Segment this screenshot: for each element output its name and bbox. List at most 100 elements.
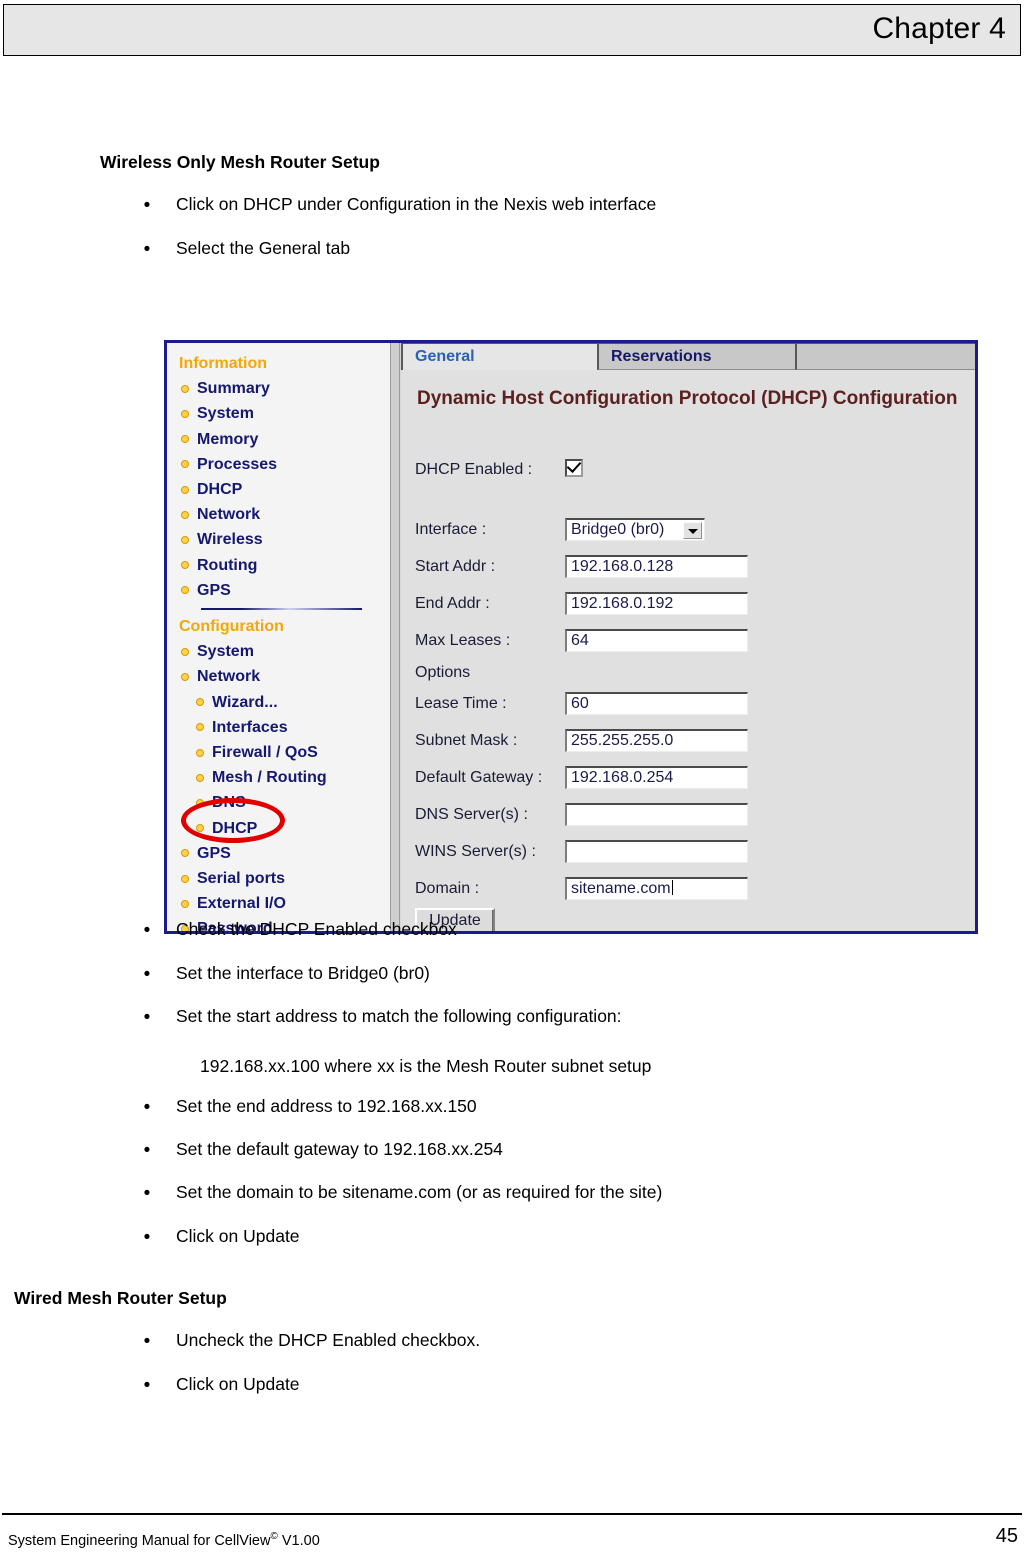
- interface-selected-value: Bridge0 (br0): [571, 521, 665, 538]
- list-item: • Select the General tab: [140, 238, 351, 259]
- sidebar-item-system[interactable]: System: [167, 401, 390, 426]
- bullet-icon: •: [143, 1375, 151, 1396]
- footer-divider: [2, 1513, 1022, 1515]
- sidebar-item-config-system[interactable]: System: [167, 639, 390, 664]
- list-item-label: Set the interface to Bridge0 (br0): [176, 963, 430, 983]
- app-navigation-sidebar: Information Summary System Memory Proces…: [167, 343, 390, 931]
- sidebar-item-wireless[interactable]: Wireless: [167, 527, 390, 552]
- field-row-options: Options: [415, 661, 975, 685]
- list-item-label: Uncheck the DHCP Enabled checkbox.: [176, 1330, 481, 1350]
- start-addr-input[interactable]: 192.168.0.128: [565, 555, 748, 578]
- footer-manual-version: V1.00: [277, 1532, 320, 1549]
- bullet-icon: •: [143, 964, 151, 985]
- diamond-bullet-icon: [181, 647, 189, 656]
- heading-wired-mesh-router-setup: Wired Mesh Router Setup: [14, 1288, 227, 1308]
- diamond-bullet-icon: [196, 748, 204, 757]
- wins-servers-input[interactable]: [565, 840, 748, 863]
- domain-label: Domain :: [415, 880, 480, 897]
- list-item-label: Set the domain to be sitename.com (or as…: [176, 1182, 663, 1202]
- sidebar-item-summary[interactable]: Summary: [167, 376, 390, 401]
- diamond-bullet-icon: [181, 460, 189, 469]
- diamond-bullet-icon: [181, 510, 189, 519]
- sidebar-item-label: External I/O: [197, 895, 286, 913]
- diamond-bullet-icon: [181, 384, 189, 393]
- heading-wireless-only-mesh-router-setup: Wireless Only Mesh Router Setup: [100, 152, 380, 172]
- bullet-icon: •: [143, 1097, 151, 1118]
- sidebar-section-information: Information: [179, 355, 267, 372]
- default-gateway-input[interactable]: 192.168.0.254: [565, 766, 748, 789]
- sidebar-item-processes[interactable]: Processes: [167, 452, 390, 477]
- bullet-icon: •: [143, 1140, 151, 1161]
- sidebar-item-wizard[interactable]: Wizard...: [167, 690, 390, 715]
- end-addr-input[interactable]: 192.168.0.192: [565, 592, 748, 615]
- list-item-label: Click on DHCP under Configuration in the…: [176, 194, 657, 214]
- interface-select[interactable]: Bridge0 (br0): [565, 518, 705, 541]
- subnet-mask-input[interactable]: 255.255.255.0: [565, 729, 748, 752]
- chevron-down-icon[interactable]: [683, 522, 702, 539]
- sidebar-item-external-io[interactable]: External I/O: [167, 891, 390, 916]
- dhcp-enabled-label: DHCP Enabled :: [415, 461, 533, 478]
- sidebar-item-network-info[interactable]: Network: [167, 502, 390, 527]
- form-title: Dynamic Host Configuration Protocol (DHC…: [417, 388, 958, 409]
- field-row-dhcp-enabled: DHCP Enabled :: [415, 457, 975, 482]
- sidebar-item-label: Firewall / QoS: [212, 744, 318, 762]
- copyright-icon: ©: [270, 1531, 278, 1542]
- diamond-bullet-icon: [181, 874, 189, 883]
- dhcp-enabled-checkbox[interactable]: [565, 457, 583, 477]
- sidebar-item-gps-info[interactable]: GPS: [167, 578, 390, 603]
- subnet-note: 192.168.xx.100 where xx is the Mesh Rout…: [200, 1056, 652, 1076]
- field-row-subnet-mask: Subnet Mask : 255.255.255.0: [415, 729, 975, 753]
- diamond-bullet-icon: [181, 672, 189, 681]
- diamond-bullet-icon: [181, 586, 189, 595]
- sidebar-scrollbar[interactable]: [390, 343, 400, 931]
- sidebar-item-label: GPS: [197, 581, 231, 599]
- sidebar-item-label: Serial ports: [197, 870, 286, 888]
- tab-reservations[interactable]: Reservations: [597, 343, 795, 370]
- sidebar-item-label: Mesh / Routing: [212, 769, 327, 787]
- list-item: • Click on Update: [140, 1227, 300, 1248]
- diamond-bullet-icon: [181, 849, 189, 858]
- start-addr-label: Start Addr :: [415, 558, 496, 575]
- tab-general[interactable]: General: [401, 343, 597, 370]
- field-row-domain: Domain : sitename.com: [415, 877, 975, 901]
- diamond-bullet-icon: [196, 773, 204, 782]
- wins-servers-label: WINS Server(s) :: [415, 843, 536, 860]
- sidebar-item-label: Wizard...: [212, 693, 278, 711]
- sidebar-item-routing[interactable]: Routing: [167, 553, 390, 578]
- list-item: • Click on DHCP under Configuration in t…: [140, 194, 657, 215]
- sidebar-item-firewall-qos[interactable]: Firewall / QoS: [167, 740, 390, 765]
- bullet-icon: •: [143, 1007, 151, 1028]
- chapter-label: Chapter 4: [872, 12, 1006, 45]
- sidebar-item-config-network[interactable]: Network: [167, 664, 390, 689]
- sidebar-item-label: Memory: [197, 430, 259, 448]
- sidebar-item-dhcp-info[interactable]: DHCP: [167, 477, 390, 502]
- subnet-mask-label: Subnet Mask :: [415, 732, 518, 749]
- max-leases-label: Max Leases :: [415, 632, 511, 649]
- sidebar-item-label: DHCP: [197, 481, 243, 499]
- sidebar-item-label: System: [197, 405, 254, 423]
- diamond-bullet-icon: [181, 485, 189, 494]
- sidebar-item-config-gps[interactable]: GPS: [167, 841, 390, 866]
- sidebar-item-interfaces[interactable]: Interfaces: [167, 715, 390, 740]
- lease-time-input[interactable]: 60: [565, 692, 748, 715]
- sidebar-item-label: Wireless: [197, 531, 263, 549]
- tab-reservations-label: Reservations: [611, 348, 712, 365]
- sidebar-item-label: Routing: [197, 556, 258, 574]
- sidebar-item-label: Network: [197, 506, 261, 524]
- domain-input[interactable]: sitename.com: [565, 877, 748, 900]
- field-row-interface: Interface : Bridge0 (br0): [415, 518, 975, 542]
- list-item-label: Select the General tab: [176, 238, 351, 258]
- diamond-bullet-icon: [181, 409, 189, 418]
- list-item-label: Click on Update: [176, 1374, 300, 1394]
- dhcp-configuration-form: Dynamic Host Configuration Protocol (DHC…: [401, 370, 975, 931]
- sidebar-item-serial-ports[interactable]: Serial ports: [167, 866, 390, 891]
- field-row-lease-time: Lease Time : 60: [415, 692, 975, 716]
- sidebar-item-memory[interactable]: Memory: [167, 427, 390, 452]
- bullet-icon: •: [143, 1227, 151, 1248]
- list-item: • Set the end address to 192.168.xx.150: [140, 1097, 477, 1118]
- sidebar-item-mesh-routing[interactable]: Mesh / Routing: [167, 765, 390, 790]
- sidebar-section-configuration: Configuration: [179, 618, 284, 636]
- tab-bar-filler: [795, 343, 975, 370]
- dns-servers-input[interactable]: [565, 803, 748, 826]
- max-leases-input[interactable]: 64: [565, 629, 748, 652]
